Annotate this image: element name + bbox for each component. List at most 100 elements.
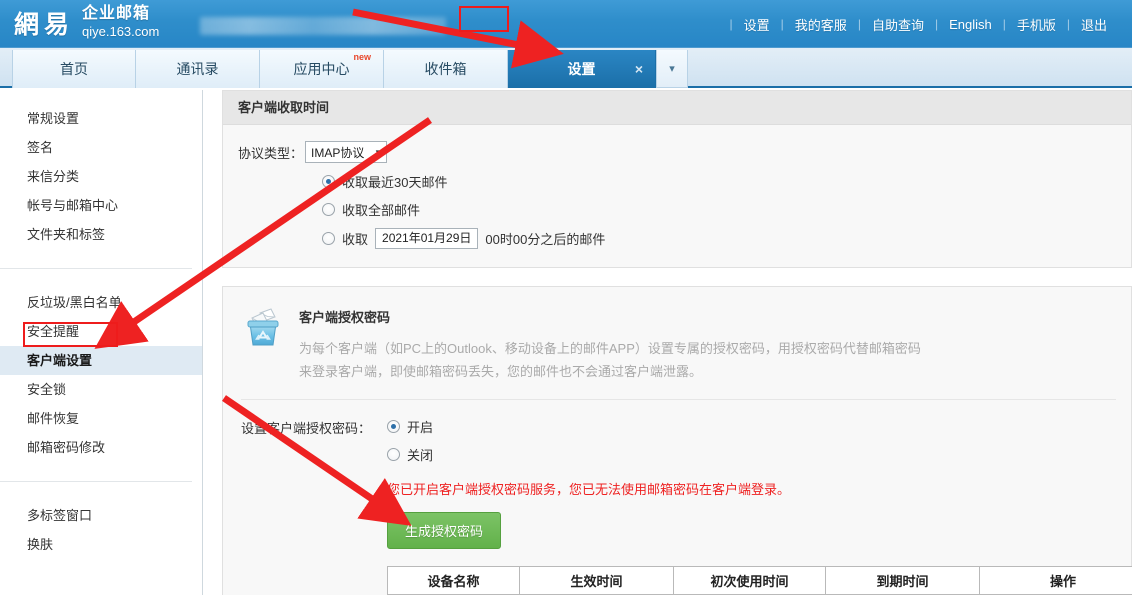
header-link-support[interactable]: 我的客服 [784,15,858,34]
header-link-settings[interactable]: 设置 [733,15,781,34]
fetch-option-since-date[interactable]: 收取 2021年01月29日 00时00分之后的邮件 [322,228,1116,249]
header-links: | 设置 | 我的客服 | 自助查询 | English | 手机版 | 退出 [730,0,1118,48]
auth-warning-text: 您已开启客户端授权密码服务，您已无法使用邮箱密码在客户端登录。 [387,482,791,497]
auth-setting-label: 设置客户端授权密码： [241,421,372,436]
close-icon[interactable]: × [635,61,643,77]
fetch-option-label: 收取全部邮件 [342,203,421,218]
masked-account-label [200,17,446,35]
sidebar-label: 安全锁 [27,382,67,397]
sidebar-label: 常规设置 [27,111,80,126]
sidebar-item-antispam[interactable]: 反垃圾/黑白名单 [0,288,202,317]
tab-app-center-label: 应用中心 [293,61,350,77]
sidebar-label: 邮件恢复 [27,411,80,426]
protocol-row: 协议类型： IMAP协议 ▼ [238,141,1116,163]
table-header-row: 设备名称 生效时间 初次使用时间 到期时间 操作 [387,566,1132,595]
col-effective-time: 生效时间 [519,566,674,595]
auth-choice-off[interactable]: 关闭 [387,445,790,464]
protocol-label: 协议类型： [238,145,304,161]
sidebar-item-client-settings[interactable]: 客户端设置 [0,346,202,375]
sidebar-item-account-center[interactable]: 帐号与邮箱中心 [0,191,202,220]
header-link-mobile[interactable]: 手机版 [1006,15,1067,34]
fetch-options: 收取最近30天邮件 收取全部邮件 收取 2021年01月29日 00时00分之后… [322,172,1116,249]
sidebar-label: 来信分类 [27,169,80,184]
sidebar-item-folders-tags[interactable]: 文件夹和标签 [0,220,202,249]
sidebar-divider [0,268,192,269]
sidebar-item-mail-recovery[interactable]: 邮件恢复 [0,404,202,433]
header-link-logout[interactable]: 退出 [1070,15,1118,34]
fetch-date-input[interactable]: 2021年01月29日 [375,228,479,249]
panel-divider [241,399,1116,400]
page-root: 網易 企业邮箱 qiye.163.com | 设置 | 我的客服 | 自助查询 … [0,0,1132,595]
sidebar-label: 文件夹和标签 [27,227,106,242]
chevron-down-icon: ▼ [374,147,383,157]
header-link-english[interactable]: English [938,17,1003,32]
sidebar-label: 邮箱密码修改 [27,440,106,455]
sidebar-label: 多标签窗口 [27,508,93,523]
sidebar-label: 签名 [27,140,54,155]
sidebar-item-general[interactable]: 常规设置 [0,104,202,133]
tab-bar: 首页 通讯录 应用中心 new 收件箱 设置 × ▾ [0,48,1132,88]
tab-inbox[interactable]: 收件箱 [384,50,508,88]
header-link-self-query[interactable]: 自助查询 [861,15,935,34]
col-action: 操作 [979,566,1132,595]
col-first-use-time: 初次使用时间 [673,566,826,595]
generate-auth-password-button[interactable]: 生成授权密码 [387,512,502,549]
tab-settings[interactable]: 设置 × [508,50,656,88]
tab-home-label: 首页 [60,61,88,77]
auth-description: 为每个客户端（如PC上的Outlook、移动设备上的邮件APP）设置专属的授权密… [299,341,921,379]
auth-title: 客户端授权密码 [299,310,391,325]
auth-header: 客户端授权密码 为每个客户端（如PC上的Outlook、移动设备上的邮件APP）… [241,303,1116,383]
fetch-option-recent30[interactable]: 收取最近30天邮件 [322,172,1116,191]
tab-home[interactable]: 首页 [12,50,136,88]
sidebar-item-multi-tab[interactable]: 多标签窗口 [0,501,202,530]
app-header: 網易 企业邮箱 qiye.163.com | 设置 | 我的客服 | 自助查询 … [0,0,1132,48]
sidebar-item-mail-classify[interactable]: 来信分类 [0,162,202,191]
tab-list: 首页 通讯录 应用中心 new 收件箱 设置 × ▾ [12,48,688,88]
settings-content: 客户端收取时间 协议类型： IMAP协议 ▼ 收取最近30天邮件 收取全部邮件 … [204,90,1132,595]
sidebar-label: 帐号与邮箱中心 [27,198,119,213]
new-badge: new [353,52,371,62]
protocol-select[interactable]: IMAP协议 ▼ [305,141,388,163]
panel-body-auth: 客户端授权密码 为每个客户端（如PC上的Outlook、移动设备上的邮件APP）… [223,287,1132,595]
logo-domain: qiye.163.com [82,24,160,39]
radio-icon[interactable] [387,448,400,461]
sidebar-item-security-lock[interactable]: 安全锁 [0,375,202,404]
sidebar-label: 客户端设置 [27,353,93,368]
auth-choice-label: 开启 [407,420,434,435]
sidebar-item-signature[interactable]: 签名 [0,133,202,162]
auth-choice-label: 关闭 [407,448,434,463]
auth-choices: 开启 关闭 您已开启客户端授权密码服务，您已无法使用邮箱密码在客户端登录。 生成… [387,417,790,549]
sidebar-label: 反垃圾/黑白名单 [27,295,122,310]
auth-header-text: 客户端授权密码 为每个客户端（如PC上的Outlook、移动设备上的邮件APP）… [299,303,929,383]
tab-contacts[interactable]: 通讯录 [136,50,260,88]
panel-body-fetch: 协议类型： IMAP协议 ▼ 收取最近30天邮件 收取全部邮件 收取 2021年… [223,125,1131,267]
col-device-name: 设备名称 [387,566,520,595]
protocol-select-value: IMAP协议 [311,145,365,160]
fetch-custom-suffix: 00时00分之后的邮件 [485,232,606,247]
panel-client-fetch-time: 客户端收取时间 协议类型： IMAP协议 ▼ 收取最近30天邮件 收取全部邮件 … [222,90,1132,268]
highlight-box-settings-link [459,6,509,32]
auth-choice-on[interactable]: 开启 [387,417,790,436]
auth-setting-row: 设置客户端授权密码： 开启 关闭 您已开启客户端授权密码服务，您已无法使用邮箱密… [241,417,1116,549]
radio-icon[interactable] [322,232,335,245]
panel-title-fetch: 客户端收取时间 [223,91,1131,125]
radio-icon[interactable] [387,420,400,433]
fetch-custom-prefix: 收取 [342,232,369,247]
logo-title: 企业邮箱 [82,5,151,22]
radio-icon[interactable] [322,203,335,216]
logo-text-block: 企业邮箱 qiye.163.com [82,6,159,40]
fetch-option-label: 收取最近30天邮件 [342,175,448,190]
highlight-box-client-settings [23,322,118,347]
tab-app-center[interactable]: 应用中心 new [260,50,384,88]
sidebar-label: 换肤 [27,537,54,552]
radio-icon[interactable] [322,175,335,188]
tab-contacts-label: 通讯录 [176,61,219,77]
fetch-option-all[interactable]: 收取全部邮件 [322,200,1116,219]
chevron-down-icon[interactable]: ▾ [656,50,688,88]
sidebar-item-skin[interactable]: 换肤 [0,530,202,559]
sidebar-item-change-password[interactable]: 邮箱密码修改 [0,433,202,462]
device-table: 设备名称 生效时间 初次使用时间 到期时间 操作 金蝶 2021-01-29 1… [387,566,1132,595]
recycle-bin-mail-icon [241,305,285,349]
tab-inbox-label: 收件箱 [424,61,467,77]
brand-logo[interactable]: 網易 企业邮箱 qiye.163.com [14,6,159,40]
